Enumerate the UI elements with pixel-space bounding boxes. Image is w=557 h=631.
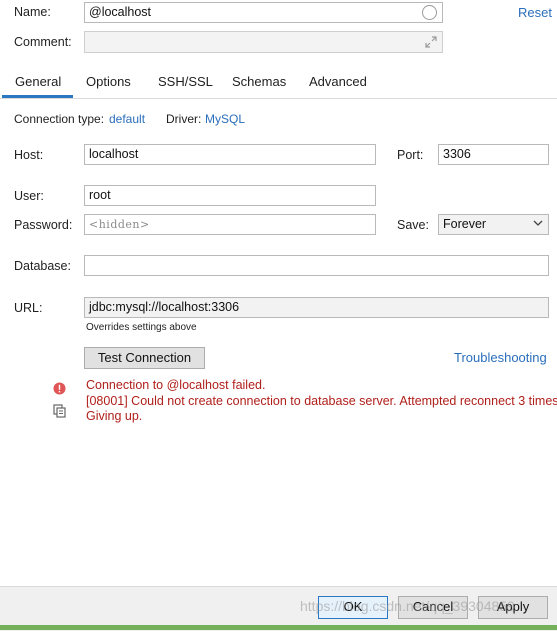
database-input[interactable]: [84, 255, 549, 276]
watermark: https://blog.csdn.net/qq_39304859: [300, 598, 515, 614]
status-strip: [0, 625, 557, 630]
port-label: Port:: [397, 148, 424, 162]
user-label: User:: [14, 189, 44, 203]
host-value: localhost: [89, 147, 139, 161]
test-connection-button[interactable]: Test Connection: [84, 347, 205, 369]
name-value: @localhost: [89, 5, 152, 19]
name-label: Name:: [14, 5, 51, 19]
connection-type-link[interactable]: default: [109, 112, 145, 126]
save-label: Save:: [397, 218, 429, 232]
host-input[interactable]: localhost: [84, 144, 376, 165]
port-input[interactable]: 3306: [438, 144, 549, 165]
reset-link[interactable]: Reset: [518, 5, 552, 20]
host-label: Host:: [14, 148, 44, 162]
url-label: URL:: [14, 301, 43, 315]
name-input[interactable]: @localhost: [84, 2, 443, 23]
tab-divider: [0, 98, 557, 99]
driver-label: Driver:: [166, 112, 202, 126]
password-placeholder: <hidden>: [89, 218, 150, 231]
error-line-3: Giving up.: [86, 409, 143, 423]
tab-advanced[interactable]: Advanced: [309, 74, 367, 89]
password-input[interactable]: <hidden>: [84, 214, 376, 235]
user-value: root: [89, 188, 111, 202]
url-input[interactable]: jdbc:mysql://localhost:3306: [84, 297, 549, 318]
tab-schemas[interactable]: Schemas: [232, 74, 286, 89]
database-label: Database:: [14, 259, 71, 273]
comment-input[interactable]: [84, 31, 443, 53]
troubleshooting-link[interactable]: Troubleshooting: [454, 350, 547, 365]
url-hint: Overrides settings above: [86, 322, 197, 333]
tab-general[interactable]: General: [15, 74, 61, 89]
color-circle-icon[interactable]: [422, 5, 437, 20]
driver-link[interactable]: MySQL: [205, 112, 245, 126]
chevron-down-icon: [533, 220, 543, 226]
comment-label: Comment:: [14, 35, 72, 49]
port-value: 3306: [443, 147, 471, 161]
save-value: Forever: [443, 217, 487, 231]
expand-icon[interactable]: [424, 35, 438, 49]
tab-options[interactable]: Options: [86, 74, 131, 89]
url-value: jdbc:mysql://localhost:3306: [89, 300, 240, 314]
tab-ssh-ssl[interactable]: SSH/SSL: [158, 74, 213, 89]
error-icon: [53, 382, 66, 395]
error-line-2: [08001] Could not create connection to d…: [86, 394, 557, 408]
copy-icon[interactable]: [53, 404, 66, 418]
user-input[interactable]: root: [84, 185, 376, 206]
error-line-1: Connection to @localhost failed.: [86, 378, 266, 392]
password-label: Password:: [14, 218, 73, 232]
save-select[interactable]: Forever: [438, 214, 549, 235]
connection-type-label: Connection type:: [14, 112, 105, 126]
